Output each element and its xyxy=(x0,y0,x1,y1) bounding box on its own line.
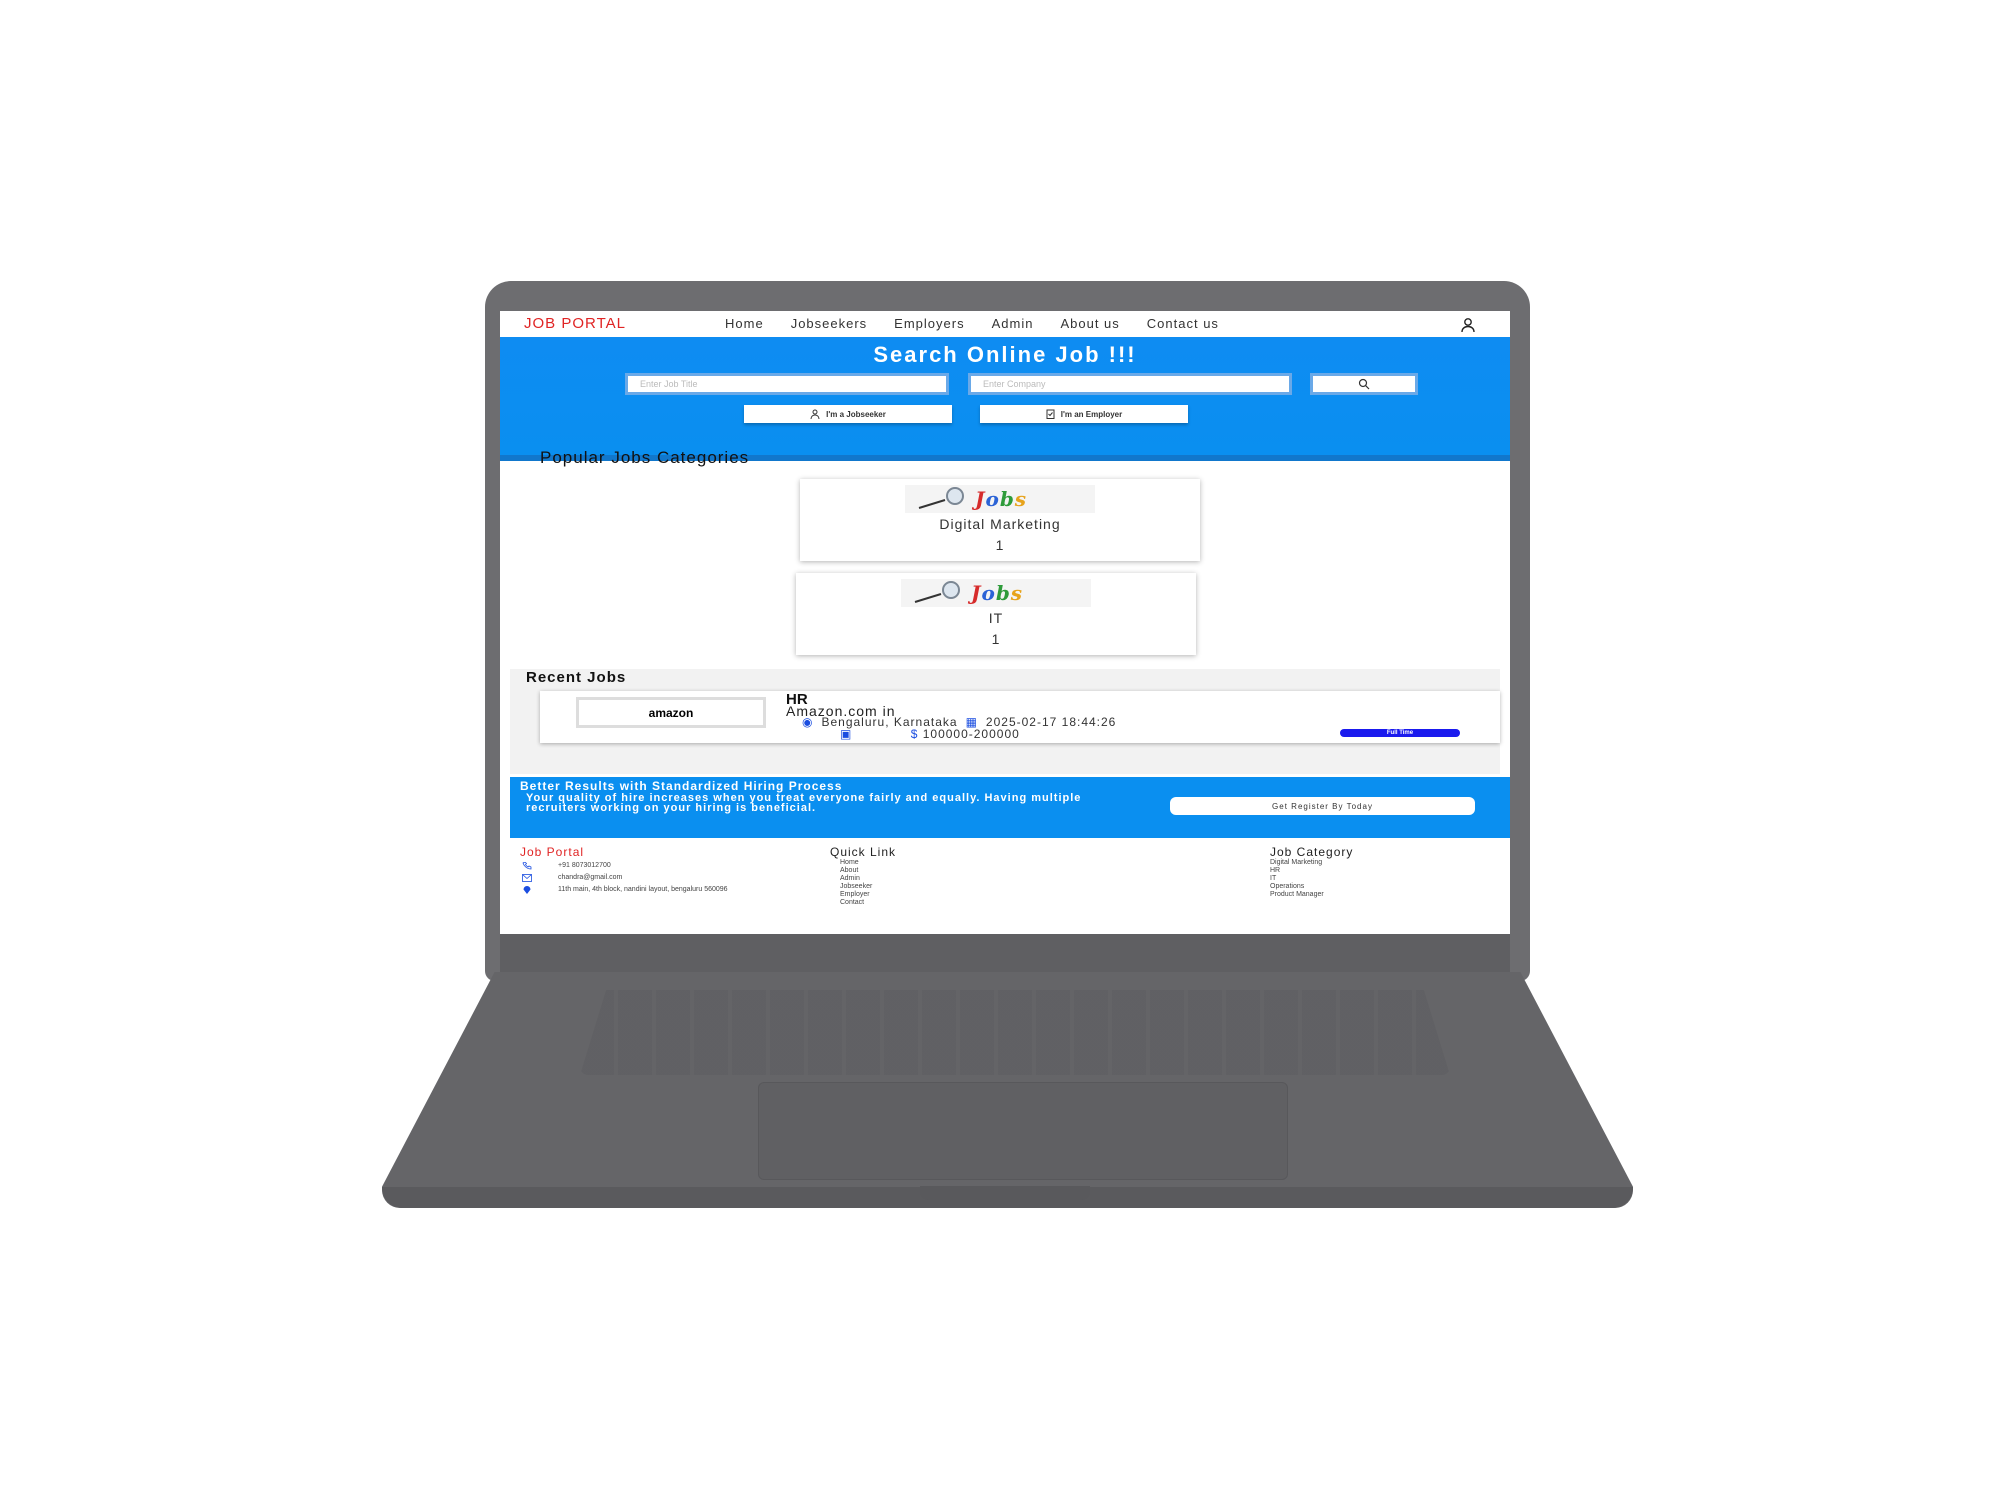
quick-link-jobseeker[interactable]: Jobseeker xyxy=(840,883,872,891)
quick-link-employer[interactable]: Employer xyxy=(840,891,872,899)
category-count: 1 xyxy=(995,537,1005,553)
footer-category-operations[interactable]: Operations xyxy=(1270,883,1324,891)
nav-link-home[interactable]: Home xyxy=(725,316,764,331)
jobs-logo-text-s: s xyxy=(1010,581,1024,605)
person-icon xyxy=(810,409,820,419)
quick-link-about[interactable]: About xyxy=(840,867,872,875)
job-title-input[interactable]: Enter Job Title xyxy=(625,373,949,395)
cta-banner: Better Results with Standardized Hiring … xyxy=(510,777,1510,838)
nav-link-admin[interactable]: Admin xyxy=(992,316,1034,331)
search-button[interactable] xyxy=(1310,373,1418,395)
jobs-logo-text: Jobs xyxy=(975,487,1027,511)
job-category-list: Digital Marketing HR IT Operations Produ… xyxy=(1270,859,1324,899)
jobs-logo-text-b: b xyxy=(995,581,1011,605)
laptop-notch xyxy=(920,1186,1090,1200)
hero-search-section: Search Online Job !!! Enter Job Title En… xyxy=(500,337,1510,461)
phone-icon xyxy=(522,862,532,870)
magnifier-icon xyxy=(918,487,964,509)
jobs-logo-text-o: o xyxy=(981,581,996,605)
nav-link-about-us[interactable]: About us xyxy=(1060,316,1119,331)
category-card-digital-marketing[interactable]: Jobs Digital Marketing 1 xyxy=(800,479,1200,561)
search-icon xyxy=(1358,378,1370,390)
cta-title: Better Results with Standardized Hiring … xyxy=(520,779,843,793)
category-name: Digital Marketing xyxy=(939,516,1061,532)
footer-category-hr[interactable]: HR xyxy=(1270,867,1324,875)
cta-text: Your quality of hire increases when you … xyxy=(526,792,1082,814)
clipboard-icon xyxy=(1046,409,1055,419)
nav-links: Home Jobseekers Employers Admin About us… xyxy=(725,316,1219,331)
category-card-it[interactable]: Jobs IT 1 xyxy=(796,573,1196,655)
laptop-keyboard xyxy=(580,990,1450,1075)
footer-email[interactable]: chandra@gmail.com xyxy=(558,874,622,881)
laptop-screen: JOB PORTAL Home Jobseekers Employers Adm… xyxy=(500,311,1510,934)
footer: Job Portal +91 8073012700 chandra@gmail.… xyxy=(510,838,1510,934)
user-icon[interactable] xyxy=(1460,317,1476,333)
job-type-badge: Full Time xyxy=(1340,729,1460,737)
laptop-hinge xyxy=(500,930,1510,974)
jobs-logo-image: Jobs xyxy=(901,579,1091,607)
company-logo: amazon xyxy=(576,697,766,728)
top-navbar: JOB PORTAL Home Jobseekers Employers Adm… xyxy=(500,311,1510,337)
money-icon: $ xyxy=(910,727,919,741)
jobs-logo-text: Jobs xyxy=(971,581,1023,605)
category-name: IT xyxy=(988,610,1004,626)
jobs-logo-image: Jobs xyxy=(905,485,1095,513)
nav-link-jobseekers[interactable]: Jobseekers xyxy=(791,316,867,331)
footer-brand: Job Portal xyxy=(520,845,585,859)
jobs-logo-text-j: J xyxy=(971,581,982,605)
nav-link-employers[interactable]: Employers xyxy=(894,316,964,331)
jobs-logo-text-j: J xyxy=(975,487,986,511)
mail-icon xyxy=(522,874,532,882)
quick-link-home[interactable]: Home xyxy=(840,859,872,867)
company-input[interactable]: Enter Company xyxy=(968,373,1292,395)
register-button[interactable]: Get Register By Today xyxy=(1170,797,1475,815)
hero-title: Search Online Job !!! xyxy=(873,342,1137,367)
category-count: 1 xyxy=(991,631,1001,647)
quick-link-admin[interactable]: Admin xyxy=(840,875,872,883)
brand-logo[interactable]: JOB PORTAL xyxy=(524,315,626,332)
quick-link-list: Home About Admin Jobseeker Employer Cont… xyxy=(840,859,872,907)
footer-category-it[interactable]: IT xyxy=(1270,875,1324,883)
nav-link-contact-us[interactable]: Contact us xyxy=(1147,316,1219,331)
employer-button-label: I'm an Employer xyxy=(1060,409,1123,419)
location-pin-icon xyxy=(523,886,531,894)
recent-jobs-title: Recent Jobs xyxy=(526,669,627,686)
quick-link-contact[interactable]: Contact xyxy=(840,899,872,907)
jobseeker-button[interactable]: I'm a Jobseeker xyxy=(744,405,952,423)
footer-phone: +91 8073012700 xyxy=(558,862,611,869)
employer-button[interactable]: I'm an Employer xyxy=(980,405,1188,423)
jobseeker-button-label: I'm a Jobseeker xyxy=(826,409,886,419)
job-salary-row: ▣ $ 100000-200000 xyxy=(840,727,1020,741)
wallet-icon: ▣ xyxy=(840,727,853,741)
jobs-logo-text-b: b xyxy=(999,487,1015,511)
footer-address: 11th main, 4th block, nandini layout, be… xyxy=(558,886,728,893)
laptop-trackpad xyxy=(758,1082,1288,1180)
job-card[interactable]: amazon HR Amazon.com in ◉ Bengaluru, Kar… xyxy=(540,691,1500,743)
magnifier-icon xyxy=(914,581,960,603)
job-category-title: Job Category xyxy=(1270,845,1354,859)
footer-category-digital-marketing[interactable]: Digital Marketing xyxy=(1270,859,1324,867)
job-salary: 100000-200000 xyxy=(922,727,1020,741)
categories-title: Popular Jobs Categories xyxy=(540,448,750,467)
location-pin-icon: ◉ xyxy=(802,715,814,729)
footer-category-product-manager[interactable]: Product Manager xyxy=(1270,891,1324,899)
jobs-logo-text-s: s xyxy=(1014,487,1028,511)
jobs-logo-text-o: o xyxy=(985,487,1000,511)
quick-link-title: Quick Link xyxy=(830,845,897,859)
